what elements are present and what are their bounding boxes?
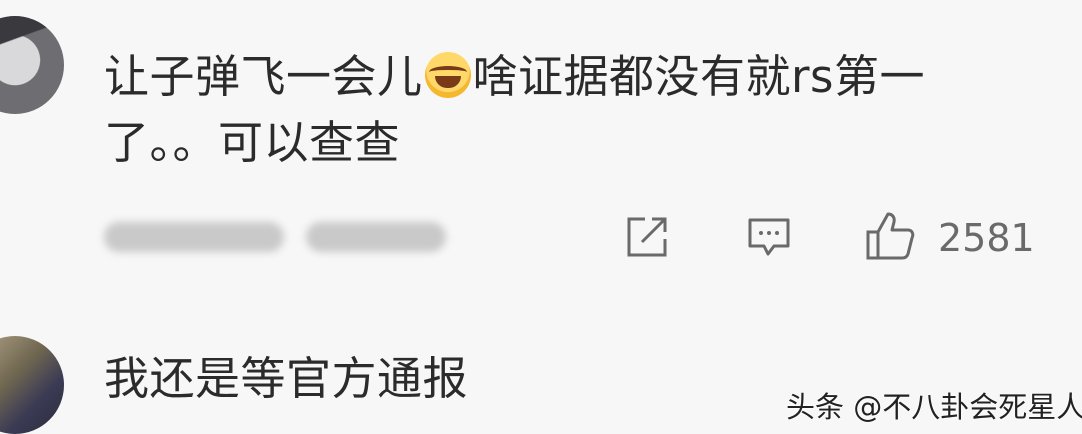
thumbs-up-icon[interactable]: [864, 210, 916, 262]
comment-actions: 2581: [0, 208, 1082, 268]
comment-text-line: 让子弹飞一会儿 啥证据都没有就rs第一: [104, 50, 925, 103]
comment-text-line: 了。。可以查查: [104, 116, 401, 169]
avatar[interactable]: [0, 16, 64, 114]
reply-icon[interactable]: [746, 214, 792, 260]
avatar[interactable]: [0, 336, 64, 434]
comment-text: 我还是等官方通报: [104, 352, 469, 405]
watermark: 头条 @不八卦会死星人: [786, 390, 1082, 424]
laughing-crying-emoji-icon: [424, 52, 471, 98]
comment-item: 让子弹飞一会儿 啥证据都没有就rs第一 了。。可以查查 2581: [0, 0, 1082, 300]
share-icon[interactable]: [624, 214, 670, 260]
comments-screen: { "comments": [ { "text_part1": "让子弹飞一会儿…: [0, 0, 1082, 434]
comment-text: 让子弹飞一会儿 啥证据都没有就rs第一 了。。可以查查: [104, 44, 925, 176]
like-count[interactable]: 2581: [938, 216, 1035, 260]
